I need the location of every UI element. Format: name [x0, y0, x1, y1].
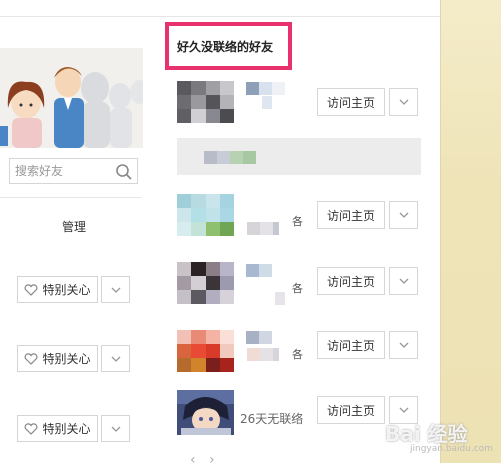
more-options-button[interactable] [389, 88, 418, 116]
visit-homepage-button[interactable]: 访问主页 [317, 88, 385, 116]
chevron-down-icon [399, 342, 408, 348]
more-options-button[interactable] [389, 201, 418, 229]
heart-outline-icon [25, 283, 38, 296]
care-dropdown-button[interactable] [101, 415, 130, 442]
chevron-down-icon [399, 99, 408, 105]
friend-name-blurred[interactable] [246, 331, 272, 344]
friend-meta-blurred [247, 348, 279, 361]
special-care-label: 特别关心 [42, 283, 91, 297]
friend-name-blurred[interactable] [246, 264, 272, 277]
page-background-right [440, 0, 501, 463]
search-icon[interactable] [115, 163, 133, 181]
friend-meta-blurred [275, 292, 285, 305]
chevron-down-icon [111, 356, 120, 362]
special-care-button[interactable]: 特别关心 [17, 345, 98, 372]
watermark-logo: Bai 经验 [385, 422, 468, 446]
friend-note: 各 [292, 348, 303, 361]
special-care-label: 特别关心 [42, 422, 91, 436]
friend-name-blurred[interactable] [247, 222, 279, 235]
friend-note: 各 [292, 282, 303, 295]
special-care-button[interactable]: 特别关心 [17, 415, 98, 442]
more-options-button[interactable] [389, 267, 418, 295]
friend-search-box[interactable] [9, 158, 138, 184]
care-dropdown-button[interactable] [101, 345, 130, 372]
friend-avatar[interactable] [177, 262, 234, 304]
special-care-button[interactable]: 特别关心 [17, 276, 98, 303]
pagination-arrows-icon[interactable]: ‹ › [190, 452, 215, 468]
chevron-down-icon [111, 426, 120, 432]
friend-name-blurred[interactable] [246, 82, 285, 95]
chevron-down-icon [399, 407, 408, 413]
special-care-label: 特别关心 [42, 352, 91, 366]
watermark-url: jingyan.baidu.com [410, 444, 494, 454]
friend-avatar[interactable] [177, 81, 234, 123]
chevron-down-icon [111, 287, 120, 293]
friend-avatar[interactable] [177, 390, 234, 435]
more-options-button[interactable] [389, 331, 418, 359]
visit-homepage-button[interactable]: 访问主页 [317, 396, 385, 424]
friend-avatar[interactable] [177, 330, 234, 372]
heart-outline-icon [25, 352, 38, 365]
friend-name-blurred [204, 151, 256, 164]
top-divider [0, 16, 440, 17]
friend-note: 各 [292, 215, 303, 228]
search-input[interactable] [10, 159, 115, 183]
friend-meta-blurred [262, 96, 272, 109]
manage-link[interactable]: 管理 [62, 218, 86, 235]
inactive-days-text: 26天无联络 [240, 412, 304, 426]
section-title: 好久没联络的好友 [177, 40, 274, 54]
chevron-down-icon [399, 212, 408, 218]
anime-avatar-icon [177, 390, 234, 435]
visit-homepage-button[interactable]: 访问主页 [317, 331, 385, 359]
cover-illustration [0, 48, 143, 148]
left-divider [0, 197, 141, 198]
visit-homepage-button[interactable]: 访问主页 [317, 267, 385, 295]
chevron-down-icon [399, 278, 408, 284]
visit-homepage-button[interactable]: 访问主页 [317, 201, 385, 229]
care-dropdown-button[interactable] [101, 276, 130, 303]
friend-avatar[interactable] [177, 194, 234, 236]
heart-outline-icon [25, 422, 38, 435]
